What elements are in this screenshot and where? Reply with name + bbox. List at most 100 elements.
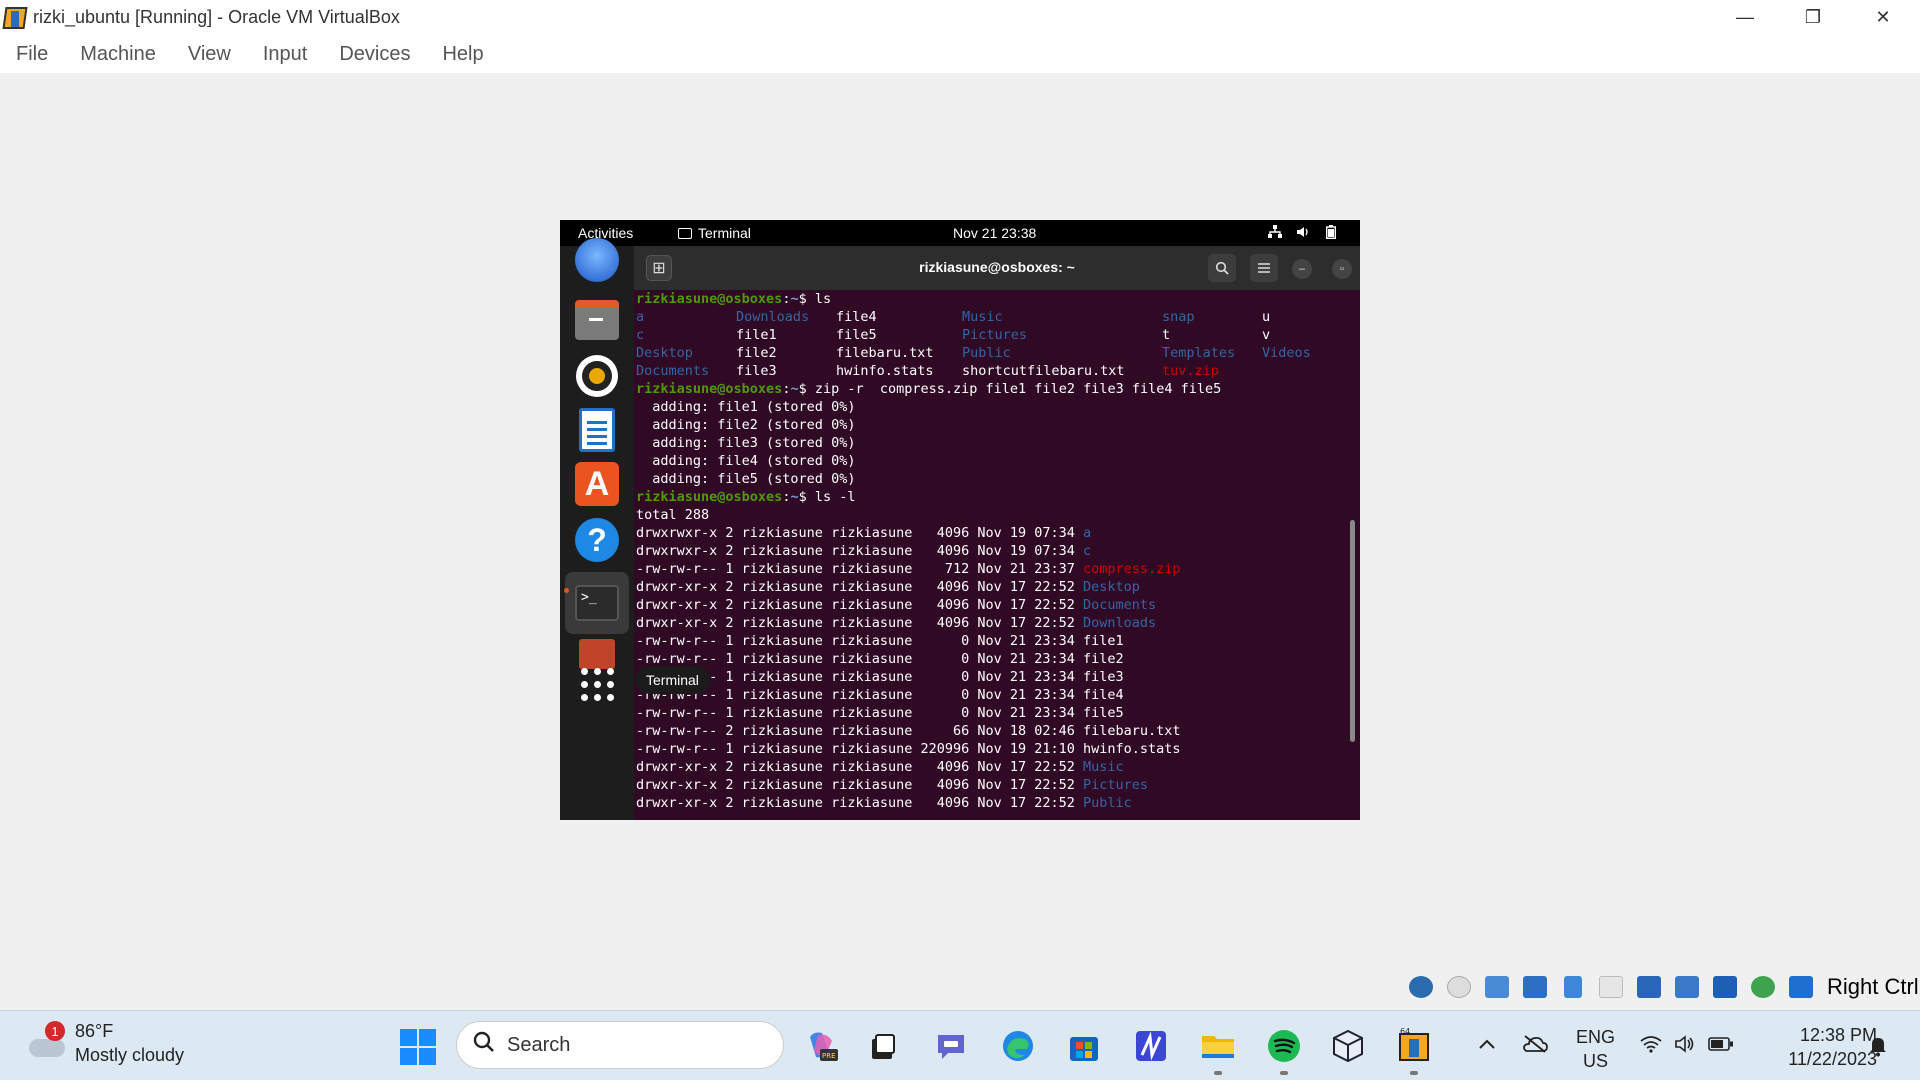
menu-help[interactable]: Help xyxy=(442,43,483,66)
mouse-integration-icon[interactable] xyxy=(1747,971,1779,1003)
ls-entry: Documents xyxy=(636,363,710,379)
terminal-line: -rw-rw-r-- 1 rizkiasune rizkiasune 0 Nov… xyxy=(636,668,1360,686)
windows-tray xyxy=(1478,1021,1548,1071)
display-icon[interactable] xyxy=(1633,971,1665,1003)
onedrive-offline-icon[interactable] xyxy=(1522,1034,1548,1058)
video-capture-icon[interactable] xyxy=(1671,971,1703,1003)
terminal-line: drwxrwxr-x 2 rizkiasune rizkiasune 4096 … xyxy=(636,542,1360,560)
menu-file[interactable]: File xyxy=(16,43,48,66)
terminal-line: Desktop file2 filebaru.txt Public Templates V… xyxy=(636,344,1360,362)
language-indicator[interactable]: ENG US xyxy=(1576,1025,1615,1073)
ls-entry: snap xyxy=(1162,309,1195,325)
prompt-path: ~ xyxy=(790,489,799,505)
guest-system-tray[interactable] xyxy=(1268,225,1338,239)
wifi-icon xyxy=(1640,1035,1662,1058)
libreoffice-writer-icon[interactable] xyxy=(573,406,621,454)
ls-entry: shortcutfilebaru.txt xyxy=(962,363,1125,379)
ls-long-name: c xyxy=(1083,543,1092,559)
help-icon[interactable]: ? xyxy=(573,516,621,564)
cube-app-icon[interactable] xyxy=(1327,1025,1369,1067)
usb-icon[interactable] xyxy=(1557,971,1589,1003)
shared-folders-icon[interactable] xyxy=(1595,971,1627,1003)
ls-entry: Desktop xyxy=(636,345,693,361)
microsoft-store-icon[interactable] xyxy=(1063,1025,1105,1067)
hard-disk-icon[interactable] xyxy=(1405,971,1437,1003)
output-text: adding: file5 (stored 0%) xyxy=(636,471,856,487)
show-apps-icon[interactable] xyxy=(573,660,621,708)
prompt-dollar: $ xyxy=(798,291,807,307)
ls-entry: Music xyxy=(962,309,1003,325)
hamburger-menu-icon[interactable] xyxy=(1250,254,1278,282)
app-center-icon[interactable]: A xyxy=(573,460,621,508)
terminal-scrollbar[interactable] xyxy=(1350,520,1355,742)
start-button[interactable] xyxy=(400,1029,436,1065)
weather-widget[interactable]: 1 86°F Mostly cloudy xyxy=(25,1019,184,1067)
close-button[interactable]: ✕ xyxy=(1848,0,1918,35)
edge-icon[interactable] xyxy=(997,1025,1039,1067)
ls-long-name: Public xyxy=(1083,795,1132,811)
prompt-dollar: $ xyxy=(798,489,807,505)
file-explorer-icon[interactable] xyxy=(1197,1025,1239,1067)
rhythmbox-icon[interactable] xyxy=(573,352,621,400)
search-placeholder: Search xyxy=(507,1033,571,1056)
terminal-line: -rw-rw-r-- 2 rizkiasune rizkiasune 66 No… xyxy=(636,722,1360,740)
quick-settings[interactable] xyxy=(1640,1035,1734,1058)
terminal-line: rizkiasune@osboxes:~$ zip -r compress.zi… xyxy=(636,380,1360,398)
teams-chat-icon[interactable] xyxy=(930,1025,972,1067)
files-icon[interactable] xyxy=(573,296,621,344)
chevron-up-icon[interactable] xyxy=(1478,1037,1496,1055)
terminal-line: total 288 xyxy=(636,506,1360,524)
maximize-button[interactable]: ❐ xyxy=(1778,0,1848,35)
virtualization-icon[interactable] xyxy=(1709,971,1741,1003)
terminal-line: drwxr-xr-x 2 rizkiasune rizkiasune 4096 … xyxy=(636,596,1360,614)
search-icon[interactable] xyxy=(1208,254,1236,282)
terminal-icon[interactable]: >_ xyxy=(565,572,629,634)
spotify-icon[interactable] xyxy=(1263,1025,1305,1067)
menu-input[interactable]: Input xyxy=(263,43,307,66)
task-view-icon[interactable] xyxy=(862,1025,904,1067)
ls-long-name: a xyxy=(1083,525,1092,541)
menu-devices[interactable]: Devices xyxy=(339,43,410,66)
ls-long-meta: drwxr-xr-x 2 rizkiasune rizkiasune 4096 … xyxy=(636,759,1084,775)
terminal-maximize-button[interactable]: ▫ xyxy=(1332,259,1352,279)
ls-entry: file3 xyxy=(736,363,777,379)
speaker-icon xyxy=(1674,1035,1696,1058)
topbar-app-menu[interactable]: Terminal xyxy=(678,225,751,241)
copilot-icon[interactable]: PRE xyxy=(800,1025,842,1067)
ls-long-name: file5 xyxy=(1083,705,1124,721)
volume-icon xyxy=(1296,225,1310,239)
guest-screen[interactable]: Activities Terminal Nov 21 23:38 A ? >_ xyxy=(560,220,1360,820)
topbar-app-label: Terminal xyxy=(698,225,751,241)
optical-drive-icon[interactable] xyxy=(1443,971,1475,1003)
weather-badge: 1 xyxy=(45,1021,65,1041)
terminal-line: -rw-rw-r-- 1 rizkiasune rizkiasune 22099… xyxy=(636,740,1360,758)
virtualbox-taskbar-icon[interactable]: 64 xyxy=(1393,1025,1435,1067)
audio-icon[interactable] xyxy=(1481,971,1513,1003)
guest-clock[interactable]: Nov 21 23:38 xyxy=(953,225,1036,241)
ls-long-meta: -rw-rw-r-- 1 rizkiasune rizkiasune 0 Nov… xyxy=(636,651,1084,667)
ls-entry: tuv.zip xyxy=(1162,363,1219,379)
menu-view[interactable]: View xyxy=(188,43,231,66)
terminal-output[interactable]: rizkiasune@osboxes:~$ ls a Downloads file4 M… xyxy=(634,290,1360,820)
terminal-line: c file1 file5 Pictures t v xyxy=(636,326,1360,344)
minimize-button[interactable]: — xyxy=(1710,0,1780,35)
ls-entry: Videos xyxy=(1262,345,1311,361)
terminal-small-icon xyxy=(678,227,692,239)
menu-machine[interactable]: Machine xyxy=(80,43,156,66)
taskbar-search[interactable]: Search xyxy=(456,1021,784,1069)
keyboard-capture-icon[interactable] xyxy=(1785,971,1817,1003)
terminal-minimize-button[interactable]: – xyxy=(1292,259,1312,279)
firefox-icon[interactable] xyxy=(573,236,621,284)
ls-entry: file5 xyxy=(836,327,877,343)
taskbar-clock[interactable]: 12:38 PM 11/22/2023 xyxy=(1752,1023,1877,1071)
terminal-line: drwxrwxr-x 2 rizkiasune rizkiasune 4096 … xyxy=(636,524,1360,542)
running-indicator xyxy=(564,588,569,593)
svg-text:PRE: PRE xyxy=(822,1052,836,1060)
ls-long-name: compress.zip xyxy=(1083,561,1181,577)
lang-line1: ENG xyxy=(1576,1027,1616,1047)
weather-temp: 86°F xyxy=(75,1021,114,1041)
mathpad-icon[interactable] xyxy=(1130,1025,1172,1067)
bell-icon[interactable] xyxy=(1868,1035,1888,1063)
network-adapter-icon[interactable] xyxy=(1519,971,1551,1003)
terminal-line: -rw-rw-r-- 1 rizkiasune rizkiasune 0 Nov… xyxy=(636,650,1360,668)
